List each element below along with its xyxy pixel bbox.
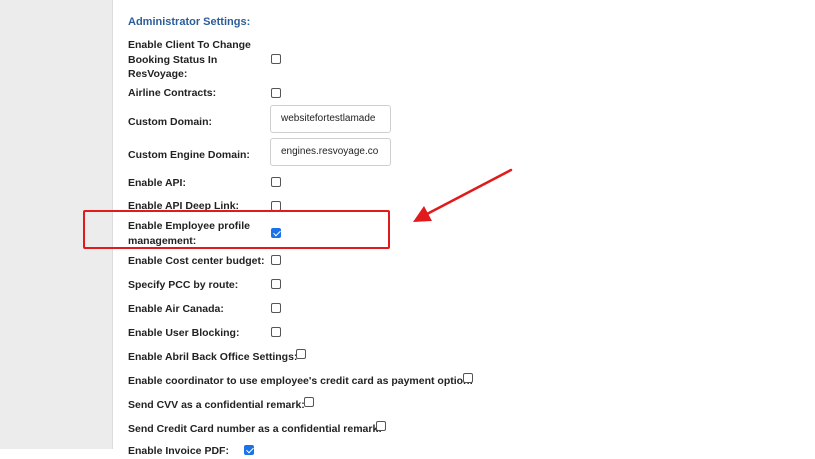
annotation-arrow-icon [413,168,513,222]
